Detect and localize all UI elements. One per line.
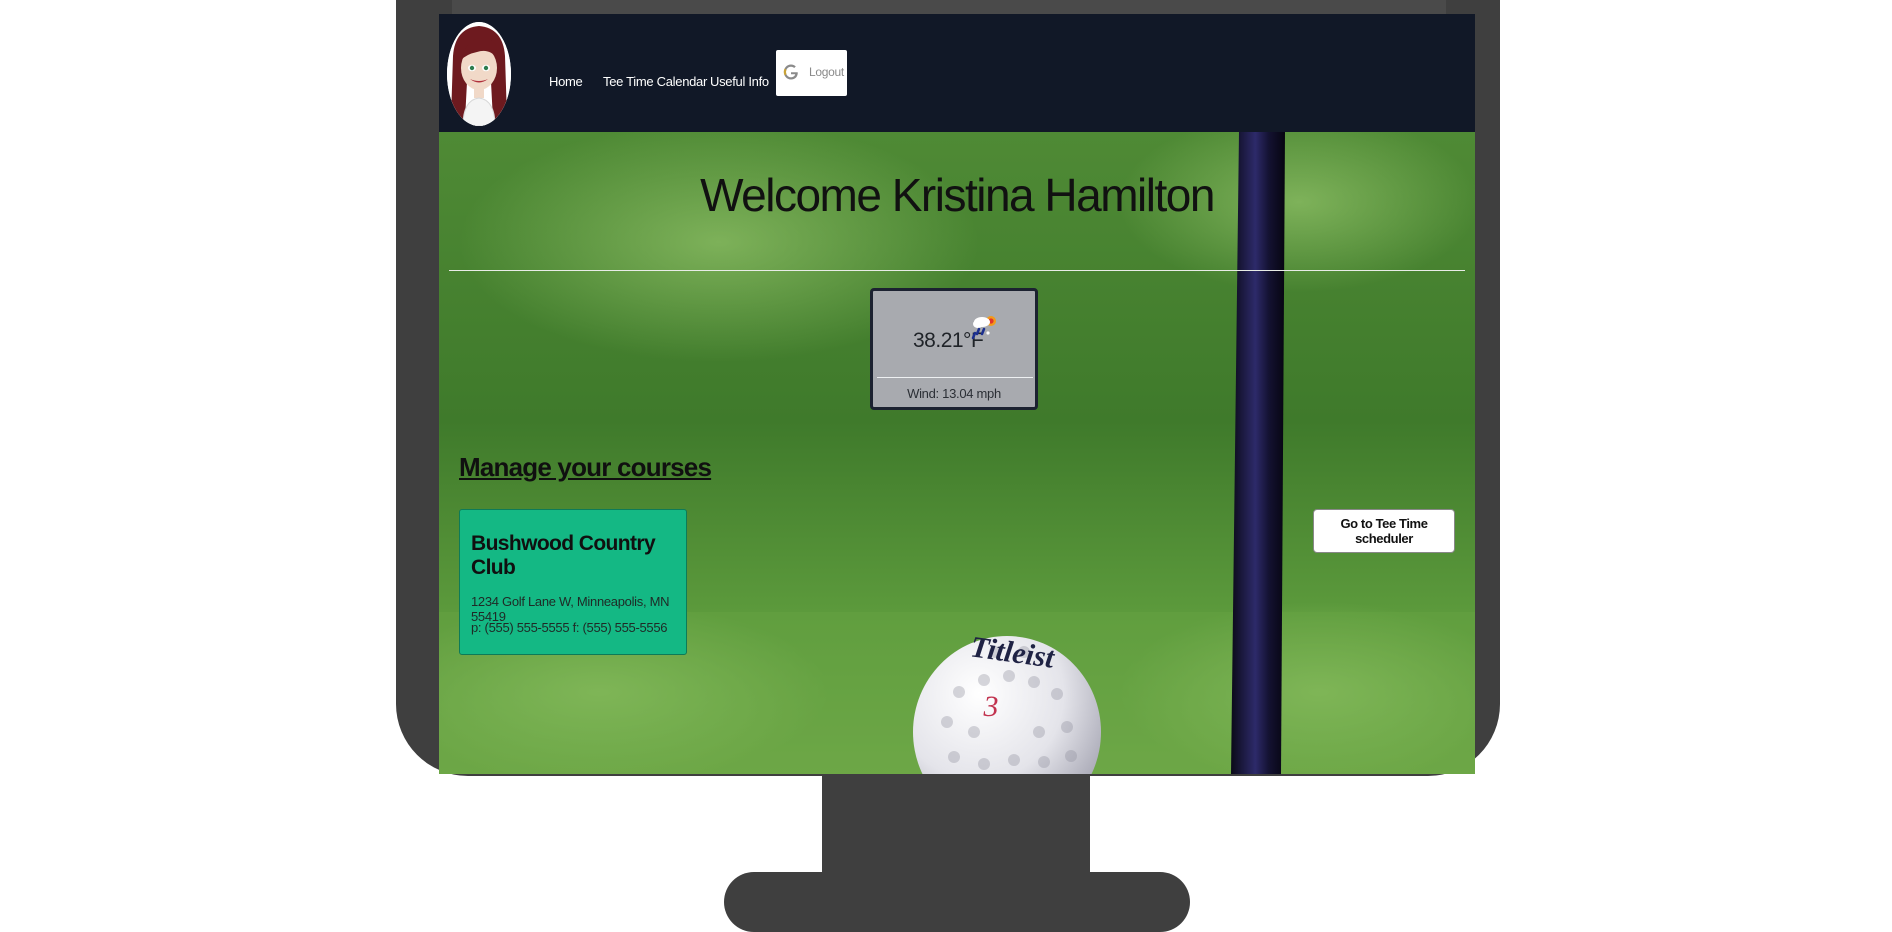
rain-snow-sun-icon	[971, 316, 996, 340]
monitor-stand-neck	[822, 776, 1090, 878]
google-g-icon	[783, 64, 798, 80]
hero-section: Titleist 3 Welcome Kristina Hamilton 38.…	[439, 132, 1475, 774]
avatar-illustration	[447, 22, 511, 126]
logout-label: Logout	[809, 65, 844, 79]
browser-screen: Titleist 3 Welcome Kristina Hamilton 38.…	[439, 14, 1475, 774]
monitor-bezel-top	[452, 0, 1446, 14]
navbar: Home Tee Time Calendar Useful Info Logou…	[439, 14, 1475, 132]
welcome-heading: Welcome Kristina Hamilton	[700, 169, 1215, 221]
tee-time-scheduler-button[interactable]: Go to Tee Time scheduler	[1313, 509, 1455, 553]
section-divider	[449, 270, 1465, 271]
course-name: Bushwood Country Club	[471, 532, 656, 579]
manage-courses-heading: Manage your courses	[459, 452, 712, 482]
ball-number-text: 3	[983, 690, 999, 723]
nav-useful-info-link[interactable]: Useful Info	[710, 74, 769, 89]
user-avatar[interactable]	[447, 22, 511, 126]
monitor-stand-base	[724, 872, 1190, 932]
weather-wind: Wind: 13.04 mph	[907, 386, 1001, 401]
weather-widget: 38.21°F Wind: 13.04 mph	[870, 288, 1038, 410]
nav-tee-time-calendar-link[interactable]: Tee Time Calendar	[603, 74, 707, 89]
weather-divider	[877, 377, 1033, 378]
course-card[interactable]: Bushwood Country Club 1234 Golf Lane W, …	[459, 509, 687, 655]
course-phone: p: (555) 555-5555 f: (555) 555-5556	[471, 620, 668, 635]
nav-home-link[interactable]: Home	[549, 74, 583, 89]
google-logout-button[interactable]: Logout	[776, 50, 847, 96]
